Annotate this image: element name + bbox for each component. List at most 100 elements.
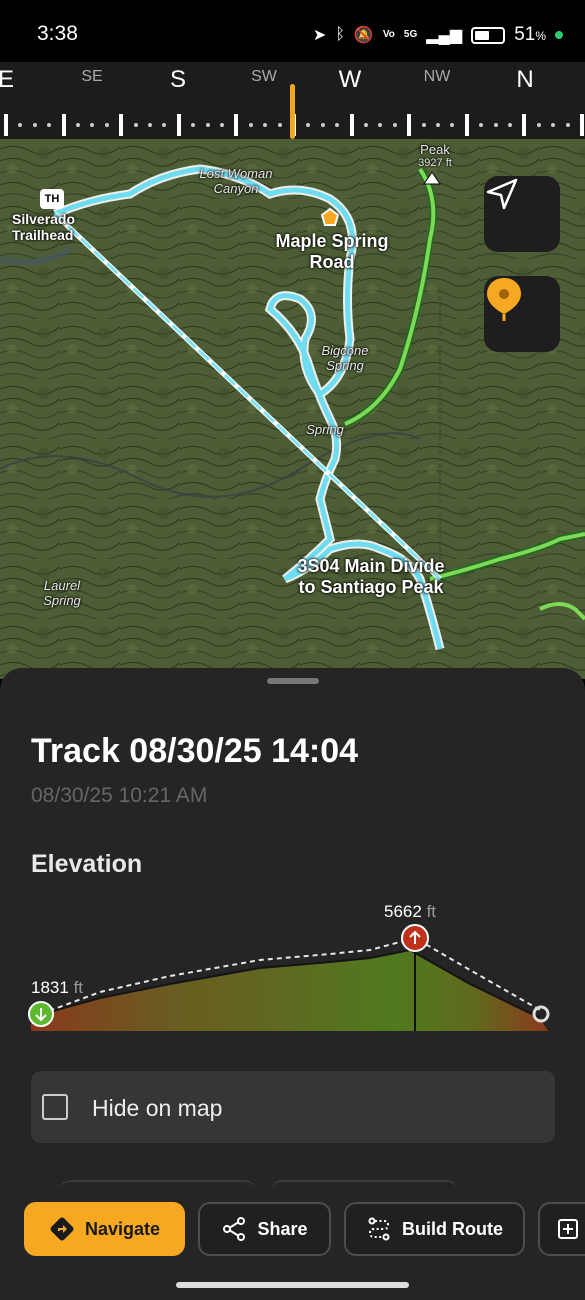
route-icon (368, 1217, 390, 1241)
mute-icon: 🔕 (353, 27, 374, 44)
map-label-peak-elev: 3927 ft (418, 157, 452, 169)
build-route-label: Build Route (402, 1218, 503, 1239)
status-icons: ➤ ᛒ 🔕 Vo 5G ▂▄▆ 51% (313, 22, 563, 48)
compass-dot (104, 123, 109, 127)
compass-dot (47, 123, 52, 127)
map-label-canyon: Lost Woman Canyon (199, 166, 273, 196)
compass-dot (76, 123, 80, 127)
compass-dot (162, 123, 167, 127)
battery-icon (471, 26, 506, 44)
compass-dot (263, 123, 268, 127)
compass-tick (176, 114, 181, 136)
end-point-icon (532, 1005, 550, 1023)
share-label: Share (257, 1218, 308, 1239)
compass-tick (119, 114, 124, 136)
compass-tick (349, 114, 354, 136)
compass-dot (536, 123, 541, 127)
share-icon (223, 1217, 246, 1241)
compass-dot (392, 123, 397, 127)
status-time: 3:38 (37, 22, 78, 45)
track-title: Track 08/30/25 14:04 (31, 732, 359, 770)
compass-dot (479, 123, 484, 127)
network-type: 5G (403, 29, 418, 40)
navigate-button[interactable]: Navigate (24, 1202, 185, 1256)
compass-dot (220, 123, 224, 127)
ghost-button-2 (272, 1180, 457, 1190)
map-label-trailhead: Silverado Trailhead (12, 211, 76, 244)
compass-dot (18, 123, 23, 127)
hide-on-map-checkbox[interactable] (42, 1094, 68, 1120)
orange-pin-icon (487, 278, 521, 321)
track-date: 08/30/25 10:21 AM (31, 784, 208, 807)
compass-tick (61, 114, 66, 136)
locate-button[interactable] (484, 176, 560, 252)
partially-hidden-buttons (60, 1180, 460, 1190)
navigate-label: Navigate (84, 1218, 161, 1239)
compass-dot (551, 123, 556, 127)
compass-dot (493, 123, 498, 127)
compass-dot (205, 123, 210, 127)
privacy-dot-icon (555, 31, 563, 39)
compass-dot (191, 123, 196, 127)
build-route-button[interactable]: Build Route (344, 1202, 525, 1256)
compass-label-e: E (0, 66, 15, 93)
compass-dot (335, 123, 340, 127)
compass-dot (436, 123, 440, 127)
map-label-bigcone: Bigcone Spring (321, 343, 369, 373)
compass-dot (248, 123, 253, 127)
navigation-arrow-icon (486, 178, 518, 210)
compass-dot (148, 123, 152, 127)
compass-strip: E SE S SW W NW N (0, 62, 585, 139)
compass-dot (378, 123, 383, 127)
heading-indicator (290, 84, 295, 139)
volte-icon: Vo (382, 29, 395, 40)
navigate-icon (50, 1217, 74, 1241)
ghost-button-1 (60, 1180, 255, 1190)
map-label-main-divide: 3S04 Main Divide to Santiago Peak (297, 556, 445, 597)
bluetooth-icon: ᛒ (335, 26, 345, 43)
map-label-laurel: Laurel Spring (43, 578, 81, 608)
status-bar: 3:38 ➤ ᛒ 🔕 Vo 5G ▂▄▆ 51% (0, 0, 585, 62)
compass-label-n: N (516, 66, 534, 93)
sheet-grabber[interactable] (267, 678, 319, 684)
compass-dot (306, 123, 311, 127)
elevation-profile-chart[interactable] (0, 918, 585, 1038)
elevation-heading: Elevation (31, 850, 143, 878)
share-button[interactable]: Share (198, 1202, 331, 1256)
compass-tick (407, 114, 412, 136)
compass-dot (450, 123, 455, 127)
compass-dot (32, 123, 37, 127)
compass-dot (277, 123, 282, 127)
compass-dot (133, 123, 138, 127)
compass-dot (364, 123, 368, 127)
map-label-spring: Spring (306, 422, 344, 437)
battery-percent: 51% (514, 24, 546, 45)
action-bar: Navigate Share Build Route (0, 1202, 585, 1262)
map-label-maple-road: Maple Spring Road (275, 231, 389, 272)
signal-icon: ▂▄▆ (426, 27, 463, 44)
track-details-sheet: Track 08/30/25 14:04 08/30/25 10:21 AM E… (0, 668, 585, 1300)
compass-tick (464, 114, 469, 136)
compass-label-nw: NW (423, 68, 451, 85)
home-indicator[interactable] (176, 1282, 409, 1288)
compass-dot (421, 123, 426, 127)
map-label-peak: Peak (420, 142, 450, 157)
compass-dot (565, 123, 570, 127)
compass-dot (320, 123, 325, 127)
trailhead-icon: TH (40, 189, 64, 209)
compass-dot (90, 123, 95, 127)
compass-tick (580, 114, 584, 136)
location-icon: ➤ (312, 27, 327, 44)
add-to-folder-icon (558, 1219, 578, 1239)
compass-label-w: W (338, 66, 362, 93)
compass-tick (522, 114, 527, 136)
compass-label-sw: SW (251, 68, 277, 85)
compass-label-s: S (169, 66, 187, 93)
hide-on-map-row[interactable]: Hide on map (31, 1071, 555, 1143)
compass-tick (234, 114, 239, 136)
map-view[interactable]: TH Silverado Trailhead Lost Woman Canyon… (0, 139, 585, 679)
more-actions-button[interactable] (538, 1202, 585, 1256)
waypoint-button[interactable] (484, 276, 560, 352)
compass-label-se: SE (81, 68, 103, 85)
hide-on-map-label: Hide on map (92, 1095, 223, 1121)
